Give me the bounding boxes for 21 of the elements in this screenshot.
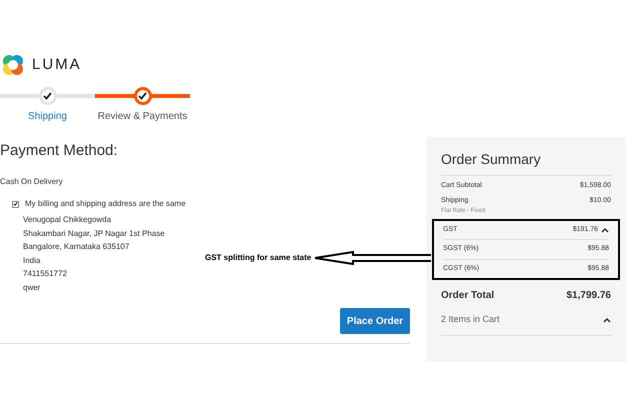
address-line: Venugopal Chikkegowda <box>23 214 112 226</box>
caret-icon <box>603 316 611 323</box>
address-line: Shakambari Nagar, JP Nagar 1st Phase <box>23 228 165 240</box>
place-order-button[interactable]: Place Order <box>340 308 410 334</box>
section-title: Payment Method: <box>0 140 119 160</box>
address-line: India <box>23 254 40 266</box>
order-total-label: Order Total <box>441 289 494 303</box>
step-label[interactable]: Review & Payments <box>98 108 188 124</box>
annotation-text: GST splitting for same state <box>205 252 312 264</box>
checkbox-label: My billing and shipping address are the same <box>25 198 186 210</box>
step-label[interactable]: Shipping <box>28 108 67 124</box>
items-in-cart-toggle[interactable]: 2 Items in Cart <box>441 313 611 336</box>
logo-text: LUMA <box>32 55 82 75</box>
address-line: Bangalore, Karnataka 635107 <box>23 241 130 253</box>
summary-title: Order Summary <box>441 148 611 176</box>
address-line: 7411551772 <box>23 268 67 280</box>
order-total-value: $1,799.76 <box>566 289 611 303</box>
checkbox[interactable] <box>12 200 19 208</box>
caret-icon <box>601 226 609 233</box>
address-line: qwer <box>23 282 40 294</box>
payment-method-label: Cash On Delivery <box>0 176 64 188</box>
